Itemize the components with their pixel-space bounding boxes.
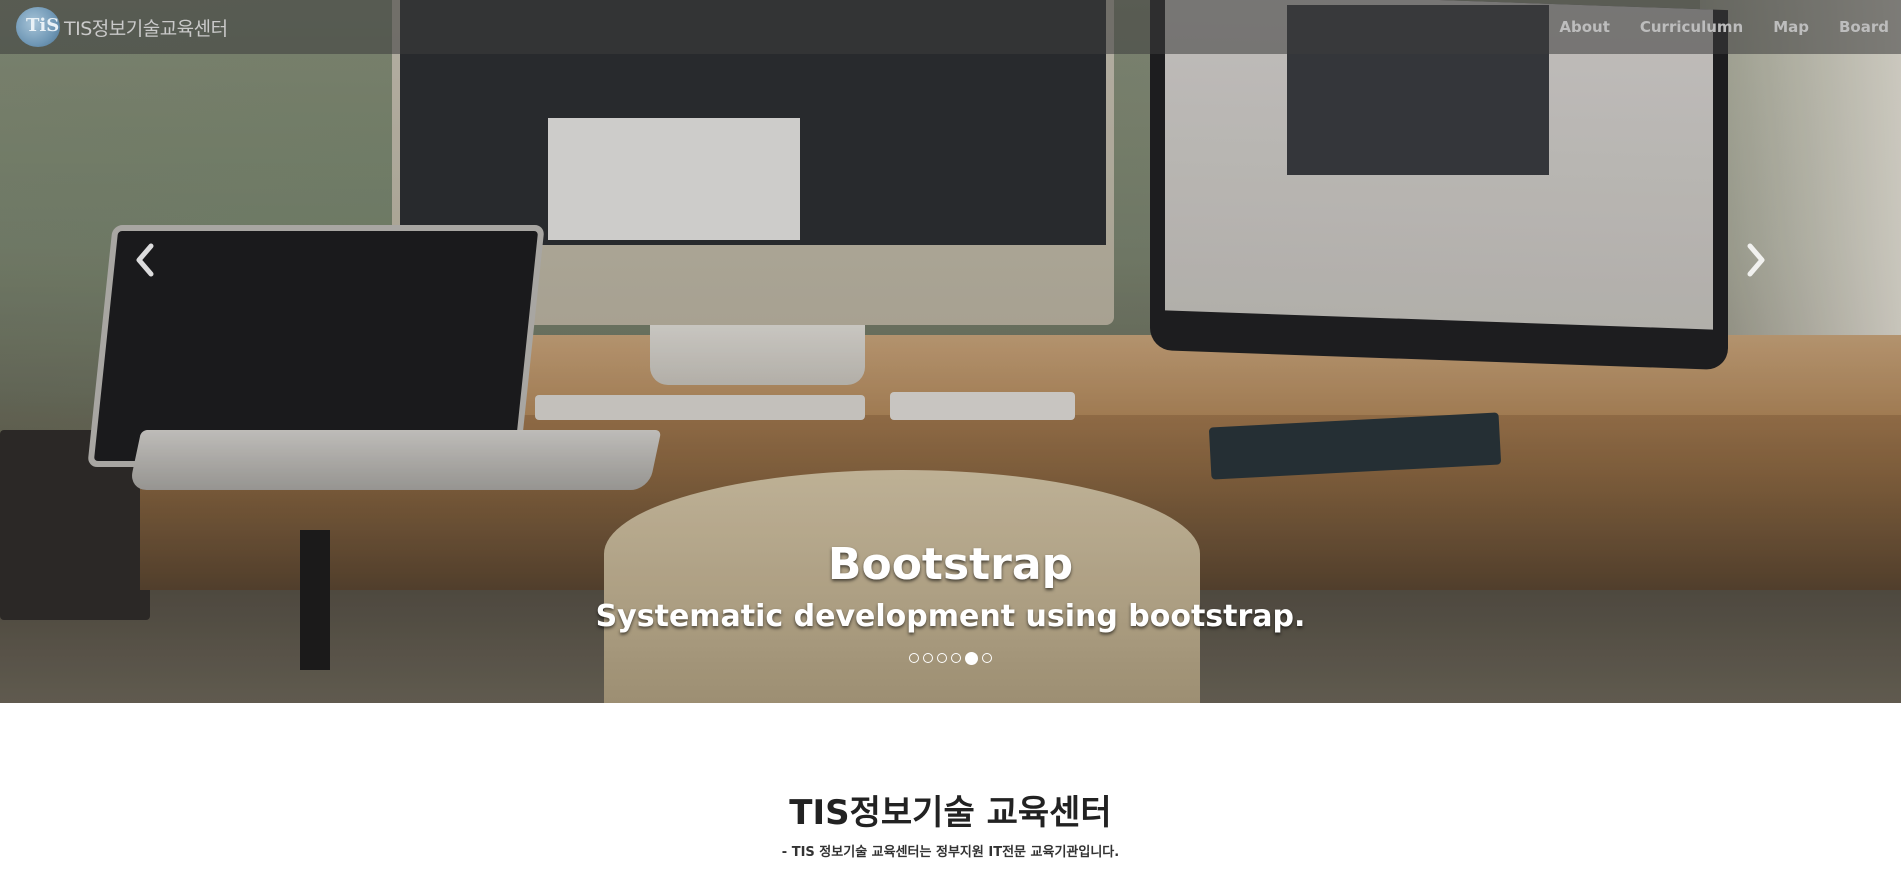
brand-link[interactable]: TiS TIS정보기술교육센터 [16, 5, 228, 49]
intro-title: TIS정보기술 교육센터 [789, 793, 1112, 833]
hero-carousel: Bootstrap Systematic development using b… [0, 0, 1901, 703]
carousel-indicator[interactable] [982, 653, 992, 663]
carousel-indicators [0, 651, 1901, 665]
carousel-indicator[interactable] [937, 653, 947, 663]
chevron-right-icon [1747, 243, 1765, 277]
nav-link-curriculumn[interactable]: Curriculumn [1640, 18, 1743, 36]
carousel-indicator[interactable] [951, 653, 961, 663]
brand-logo-icon: TiS [16, 7, 60, 47]
carousel-caption-title: Bootstrap [827, 539, 1074, 590]
brand-logo-mark: TiS [26, 15, 60, 36]
nav-links: About Curriculumn Map Board [1529, 0, 1889, 54]
brand-text: TIS정보기술교육센터 [64, 17, 228, 40]
carousel-indicator-active[interactable] [965, 651, 978, 665]
intro-section: TIS정보기술 교육센터 - TIS 정보기술 교육센터는 정부지원 IT전문 … [0, 790, 1901, 862]
carousel-indicator[interactable] [923, 653, 933, 663]
nav-link-about[interactable]: About [1559, 18, 1610, 36]
carousel-next-button[interactable] [1736, 240, 1776, 280]
carousel-indicator[interactable] [909, 653, 919, 663]
navbar: TiS TIS정보기술교육센터 About Curriculumn Map Bo… [0, 0, 1901, 54]
carousel-prev-button[interactable] [125, 240, 165, 280]
nav-link-board[interactable]: Board [1839, 18, 1889, 36]
nav-link-map[interactable]: Map [1773, 18, 1809, 36]
chevron-left-icon [136, 243, 154, 277]
intro-description: - TIS 정보기술 교육센터는 정부지원 IT전문 교육기관입니다. [781, 845, 1120, 860]
carousel-caption-subtitle: Systematic development using bootstrap. [595, 599, 1306, 634]
carousel-caption: Bootstrap Systematic development using b… [0, 535, 1901, 639]
page: Bootstrap Systematic development using b… [0, 0, 1901, 892]
